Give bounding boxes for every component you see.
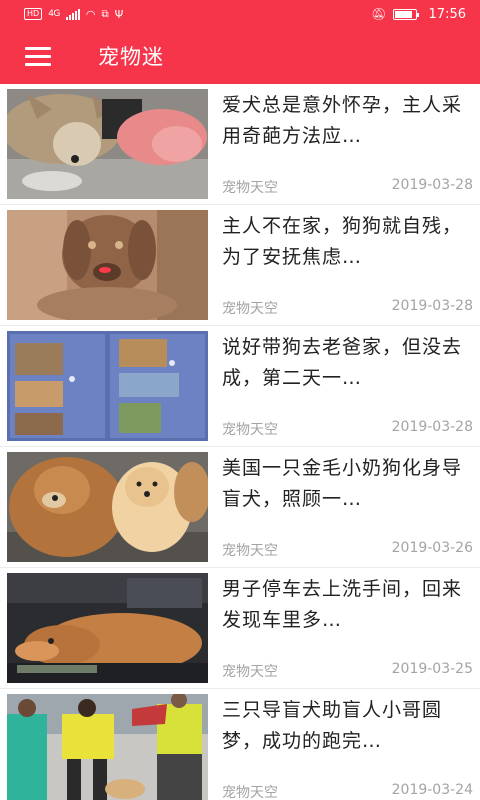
battery-level bbox=[394, 10, 412, 18]
article-source: 宠物天空 bbox=[222, 422, 278, 438]
article-source: 宠物天空 bbox=[222, 664, 278, 680]
article-thumbnail[interactable] bbox=[7, 694, 208, 800]
article-source: 宠物天空 bbox=[222, 543, 278, 559]
article-date: 2019-03-26 bbox=[391, 540, 473, 556]
app-bar: 宠物迷 bbox=[0, 28, 480, 84]
article-source: 宠物天空 bbox=[222, 785, 278, 800]
hamburger-menu-icon[interactable] bbox=[0, 28, 72, 84]
article-source: 宠物天空 bbox=[222, 180, 278, 196]
chat-screenshots-image bbox=[7, 331, 208, 441]
article-title[interactable]: 男子停车去上洗手间，回来发现车里多… bbox=[222, 574, 474, 636]
article-date: 2019-03-28 bbox=[391, 419, 473, 435]
status-icons-right: 🔕︎ 17:56 bbox=[371, 7, 466, 22]
list-item[interactable]: 三只导盲犬助盲人小哥圆梦，成功的跑完… 宠物天空 2019-03-24 bbox=[0, 689, 480, 800]
golden-retriever-and-puppy-image bbox=[7, 452, 208, 562]
battery-icon bbox=[392, 8, 419, 20]
article-thumbnail[interactable] bbox=[7, 452, 208, 562]
wifi-icon: ◠ bbox=[85, 7, 96, 21]
article-list[interactable]: 爱犬总是意外怀孕，主人采用奇葩方法应… 宠物天空 2019-03-28 主人不在… bbox=[0, 84, 480, 800]
article-title[interactable]: 美国一只金毛小奶狗化身导盲犬，照顾一… bbox=[222, 453, 474, 515]
article-thumbnail[interactable] bbox=[7, 89, 208, 199]
marathon-with-guide-dog-image bbox=[7, 694, 208, 800]
mute-bell-icon: 🔕︎ bbox=[371, 7, 387, 21]
article-source: 宠物天空 bbox=[222, 301, 278, 317]
article-date: 2019-03-24 bbox=[391, 782, 473, 798]
article-title[interactable]: 主人不在家，狗狗就自残，为了安抚焦虑… bbox=[222, 211, 474, 273]
article-title[interactable]: 三只导盲犬助盲人小哥圆梦，成功的跑完… bbox=[222, 695, 474, 757]
article-title[interactable]: 说好带狗去老爸家，但没去成，第二天一… bbox=[222, 332, 474, 394]
hd-icon: HD bbox=[24, 8, 43, 20]
article-title[interactable]: 爱犬总是意外怀孕，主人采用奇葩方法应… bbox=[222, 90, 474, 152]
list-item[interactable]: 男子停车去上洗手间，回来发现车里多… 宠物天空 2019-03-25 bbox=[0, 568, 480, 689]
dog-with-pink-sleeve-image bbox=[7, 89, 208, 199]
article-thumbnail[interactable] bbox=[7, 331, 208, 441]
usb-icon: Ψ bbox=[114, 7, 124, 21]
article-date: 2019-03-28 bbox=[391, 298, 473, 314]
status-icons-left: HD 4G ◠ ⧉ Ψ bbox=[24, 8, 123, 21]
dog-in-car-image bbox=[7, 573, 208, 683]
status-bar: HD 4G ◠ ⧉ Ψ 🔕︎ 17:56 bbox=[0, 0, 480, 28]
article-thumbnail[interactable] bbox=[7, 573, 208, 683]
article-date: 2019-03-25 bbox=[391, 661, 473, 677]
signal-icon bbox=[65, 8, 80, 20]
list-item[interactable]: 美国一只金毛小奶狗化身导盲犬，照顾一… 宠物天空 2019-03-26 bbox=[0, 447, 480, 568]
list-item[interactable]: 主人不在家，狗狗就自残，为了安抚焦虑… 宠物天空 2019-03-28 bbox=[0, 205, 480, 326]
brown-dog-closeup-image bbox=[7, 210, 208, 320]
list-item[interactable]: 爱犬总是意外怀孕，主人采用奇葩方法应… 宠物天空 2019-03-28 bbox=[0, 84, 480, 205]
clock: 17:56 bbox=[428, 6, 466, 22]
article-date: 2019-03-28 bbox=[391, 177, 473, 193]
article-thumbnail[interactable] bbox=[7, 210, 208, 320]
list-item[interactable]: 说好带狗去老爸家，但没去成，第二天一… 宠物天空 2019-03-28 bbox=[0, 326, 480, 447]
4g-signal-icon: 4G bbox=[48, 9, 60, 19]
page-title: 宠物迷 bbox=[98, 45, 164, 69]
link-icon: ⧉ bbox=[101, 8, 109, 20]
